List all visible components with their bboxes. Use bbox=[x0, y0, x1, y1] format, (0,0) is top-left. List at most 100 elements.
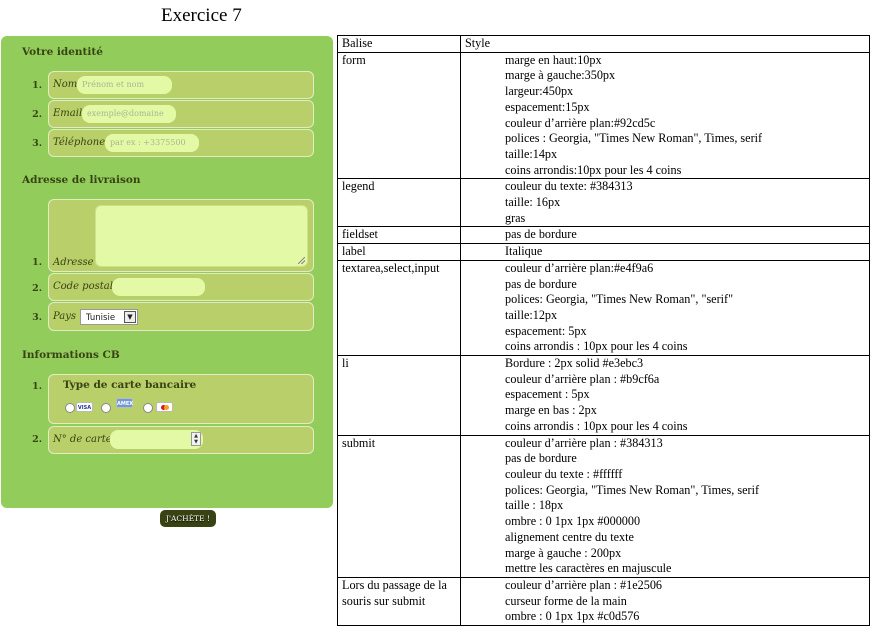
style-line: couleur d’arrière plan : #1e2506 bbox=[505, 577, 663, 592]
phone-input[interactable]: par ex : +3375500 bbox=[105, 134, 199, 152]
list-item-postcode: Code postal bbox=[48, 273, 314, 301]
style-line: polices : Georgia, "Times New Roman", Ti… bbox=[505, 131, 763, 146]
table-row: label Italique bbox=[337, 243, 870, 261]
item-number: 1. bbox=[32, 257, 42, 268]
style-line: polices: Georgia, "Times New Roman", Tim… bbox=[505, 482, 760, 497]
style-line: marge en bas : 2px bbox=[505, 403, 597, 418]
style-line: couleur du texte: #384313 bbox=[505, 179, 633, 194]
style-line: marge à gauche:350px bbox=[505, 68, 616, 83]
item-number: 1. bbox=[32, 381, 42, 392]
chevron-down-icon[interactable]: ▼ bbox=[124, 311, 136, 323]
legend-cb: Informations CB bbox=[22, 349, 120, 361]
style-line: pas de bordure bbox=[505, 227, 577, 242]
style-line: espacement: 5px bbox=[505, 323, 587, 338]
style-line: couleur d’arrière plan:#92cd5c bbox=[505, 115, 656, 130]
tag-cell: fieldset bbox=[337, 226, 461, 245]
style-line: curseur forme de la main bbox=[505, 593, 627, 608]
style-line: pas de bordure bbox=[505, 276, 577, 291]
table-row: submit couleur d’arrière plan : #384313 pa… bbox=[337, 434, 870, 578]
style-line: Italique bbox=[505, 244, 543, 259]
style-line: alignement centre du texte bbox=[505, 529, 634, 544]
list-item-phone: Téléphone par ex : +3375500 bbox=[48, 129, 314, 157]
style-line: coins arrondis:10px pour les 4 coins bbox=[505, 162, 682, 177]
card-type-title: Type de carte bancaire bbox=[63, 379, 197, 391]
legend-identity: Votre identité bbox=[22, 46, 103, 58]
card-number-input[interactable]: ▲ ▼ bbox=[110, 430, 203, 449]
style-cell: pas de bordure bbox=[460, 226, 870, 245]
style-line: couleur d’arrière plan : #384313 bbox=[505, 435, 663, 450]
list-item-country: Pays Tunisie ▼ bbox=[48, 302, 314, 331]
card-number-label: N° de carte bbox=[53, 434, 112, 445]
style-cell: Italique bbox=[460, 243, 870, 261]
address-label: Adresse bbox=[53, 257, 94, 268]
style-line: pas de bordure bbox=[505, 451, 577, 466]
country-label: Pays bbox=[53, 311, 77, 322]
table-row: Lors du passage de la souris sur submit c… bbox=[337, 576, 870, 627]
style-line: taille: 16px bbox=[505, 195, 561, 210]
postcode-input[interactable] bbox=[112, 278, 205, 296]
style-line: largeur:450px bbox=[505, 84, 574, 99]
tag-cell: li bbox=[337, 355, 461, 436]
radio-amex[interactable] bbox=[101, 403, 111, 413]
country-select[interactable]: Tunisie ▼ bbox=[80, 309, 138, 325]
name-input[interactable]: Prénom et nom bbox=[77, 76, 172, 94]
style-line: coins arrondis : 10px pour les 4 coins bbox=[505, 339, 688, 354]
style-cell: couleur du texte: #384313 taille: 16px gra… bbox=[460, 178, 870, 228]
item-number: 2. bbox=[32, 109, 42, 120]
style-cell: couleur d’arrière plan : #1e2506 curseur … bbox=[460, 576, 870, 627]
tag-cell: textarea,select,input bbox=[337, 259, 461, 357]
table-row: textarea,select,input couleur d’arrière p… bbox=[337, 259, 870, 357]
list-item-card-type: Type de carte bancaire VISA AMEX bbox=[48, 374, 314, 424]
style-cell: marge en haut:10px marge à gauche:350px la… bbox=[460, 51, 870, 180]
list-item-name: Nom Prénom et nom bbox=[48, 71, 314, 99]
style-line: couleur d’arrière plan : #b9cf6a bbox=[505, 371, 660, 386]
radio-visa[interactable] bbox=[65, 403, 75, 413]
phone-label: Téléphone bbox=[53, 137, 106, 148]
style-line: marge en haut:10px bbox=[505, 52, 602, 67]
style-line: taille:14px bbox=[505, 146, 558, 161]
submit-button[interactable]: J'achète ! bbox=[160, 510, 216, 527]
tag-cell: legend bbox=[337, 178, 461, 228]
tag-cell: label bbox=[337, 243, 461, 261]
tag-cell: form bbox=[337, 51, 461, 180]
item-number: 3. bbox=[32, 312, 42, 323]
style-line: ombre : 0 1px 1px #000000 bbox=[505, 514, 641, 529]
table-row: li Bordure : 2px solid #e3ebc3 couleur d’a… bbox=[337, 355, 870, 436]
header-style: Style bbox=[460, 35, 870, 53]
style-line: polices: Georgia, "Times New Roman", "se… bbox=[505, 292, 734, 307]
style-line: couleur d’arrière plan:#e4f9a6 bbox=[505, 260, 654, 275]
style-line: couleur du texte : #ffffff bbox=[505, 466, 623, 481]
list-item-email: Email exemple@domaine bbox=[48, 100, 314, 128]
email-label: Email bbox=[53, 108, 83, 119]
item-number: 3. bbox=[32, 138, 42, 149]
amex-icon: AMEX bbox=[116, 398, 133, 408]
item-number: 1. bbox=[32, 80, 42, 91]
name-label: Nom bbox=[53, 79, 78, 90]
table-row: fieldset pas de bordure bbox=[337, 226, 870, 245]
mastercard-icon bbox=[156, 402, 173, 412]
email-input[interactable]: exemple@domaine bbox=[82, 105, 176, 123]
style-line: marge à gauche : 200px bbox=[505, 545, 622, 560]
style-line: taille:12px bbox=[505, 307, 558, 322]
page-title: Exercice 7 bbox=[161, 5, 242, 26]
resize-grip-icon[interactable] bbox=[298, 257, 305, 264]
postcode-label: Code postal bbox=[53, 281, 113, 292]
style-line: espacement:15px bbox=[505, 99, 590, 114]
style-line: ombre : 0 1px 1px #c0d576 bbox=[505, 609, 640, 624]
style-line: coins arrondis : 10px pour les 4 coins bbox=[505, 418, 688, 433]
style-cell: couleur d’arrière plan:#e4f9a6 pas de bor… bbox=[460, 259, 870, 357]
table-row: legend couleur du texte: #384313 taille: 1… bbox=[337, 178, 870, 228]
list-item-address: Adresse bbox=[48, 199, 314, 272]
visa-icon: VISA bbox=[76, 402, 93, 412]
style-line: gras bbox=[505, 210, 526, 225]
style-line: espacement : 5px bbox=[505, 387, 590, 402]
country-select-value: Tunisie bbox=[86, 313, 116, 323]
tag-cell: submit bbox=[337, 434, 461, 578]
number-spinner[interactable]: ▲ ▼ bbox=[191, 432, 201, 446]
address-textarea[interactable] bbox=[95, 205, 308, 267]
radio-mastercard[interactable] bbox=[143, 403, 153, 413]
header-tag: Balise bbox=[337, 35, 461, 53]
order-form: Votre identité 1. Nom Prénom et nom 2. E… bbox=[1, 36, 333, 527]
style-line: taille : 18px bbox=[505, 498, 564, 513]
style-line: Bordure : 2px solid #e3ebc3 bbox=[505, 356, 644, 371]
